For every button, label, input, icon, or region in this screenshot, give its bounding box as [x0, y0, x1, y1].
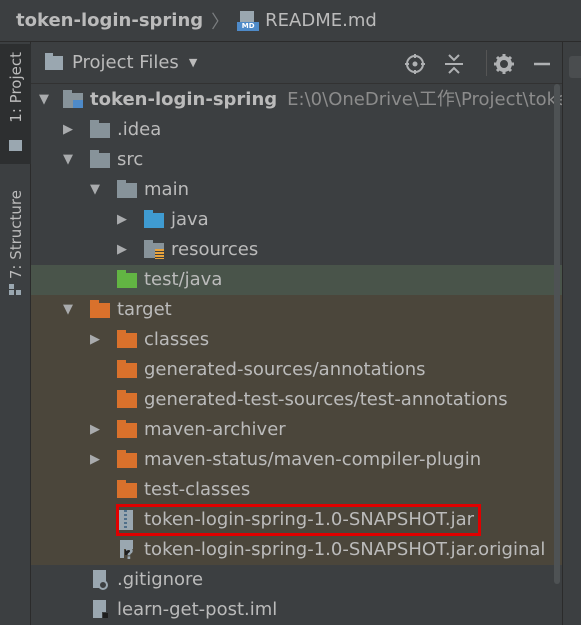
breadcrumb-file[interactable]: README.md	[265, 10, 377, 31]
tree-scrollbar[interactable]	[552, 84, 562, 584]
tree-item-main[interactable]: ▼ main	[31, 175, 562, 205]
folder-icon	[90, 150, 110, 168]
tree-item-label: .gitignore	[117, 569, 204, 590]
collapse-arrow-icon[interactable]: ▶	[87, 445, 103, 475]
excluded-folder-icon	[117, 450, 137, 468]
excluded-folder-icon	[117, 330, 137, 348]
tree-item-generated-sources[interactable]: generated-sources/annotations	[31, 355, 562, 385]
tab-structure-label: 7: Structure	[7, 190, 25, 280]
tree-item-label: maven-archiver	[144, 419, 286, 440]
excluded-folder-icon	[117, 480, 137, 498]
expand-arrow-icon[interactable]: ▼	[36, 85, 52, 115]
collapse-arrow-icon[interactable]: ▶	[87, 325, 103, 355]
tree-item-label: .idea	[117, 119, 162, 140]
collapse-arrow-icon[interactable]: ▶	[60, 115, 76, 145]
navigation-bar: token-login-spring 〉 MD README.md	[0, 0, 581, 42]
excluded-folder-icon	[117, 390, 137, 408]
iml-file-icon	[92, 600, 109, 620]
collapse-arrow-icon[interactable]: ▶	[114, 205, 130, 235]
locate-icon[interactable]	[404, 53, 426, 75]
source-folder-icon	[144, 210, 164, 228]
tree-item-label: test-classes	[144, 479, 251, 500]
test-folder-icon	[117, 270, 137, 288]
module-path: E:\0\OneDrive\工作\Project\token-	[287, 89, 562, 110]
tree-item-jar-original[interactable]: ? token-login-spring-1.0-SNAPSHOT.jar.or…	[31, 535, 562, 565]
tree-item-test-classes[interactable]: test-classes	[31, 475, 562, 505]
view-selector[interactable]: Project Files ▼	[45, 52, 197, 73]
breadcrumb-separator: 〉	[211, 11, 230, 33]
gear-icon[interactable]	[493, 53, 515, 75]
tree-item-generated-test-sources[interactable]: generated-test-sources/test-annotations	[31, 385, 562, 415]
view-selector-label: Project Files	[72, 52, 179, 73]
tree-item-label: learn-get-post.iml	[117, 599, 278, 620]
breadcrumb-project[interactable]: token-login-spring	[16, 10, 203, 31]
structure-icon	[9, 284, 22, 295]
tree-item-resources[interactable]: ▶ resources	[31, 235, 562, 265]
toolbar-divider	[486, 50, 487, 76]
collapse-arrow-icon[interactable]: ▶	[114, 235, 130, 265]
tab-project[interactable]: 1: Project	[0, 44, 31, 164]
tab-project-label: 1: Project	[7, 52, 25, 123]
tree-item-maven-status[interactable]: ▶ maven-status/maven-compiler-plugin	[31, 445, 562, 475]
gitignore-file-icon	[92, 570, 108, 590]
tree-item-idea[interactable]: ▶ .idea	[31, 115, 562, 145]
tree-item-java[interactable]: ▶ java	[31, 205, 562, 235]
project-panel-header: Project Files ▼	[31, 42, 562, 84]
tree-item-classes[interactable]: ▶ classes	[31, 325, 562, 355]
tree-item-label: classes	[144, 329, 210, 350]
right-tool-strip	[562, 42, 581, 625]
tree-item-label: target	[117, 299, 172, 320]
editor-tab-edge[interactable]	[569, 56, 581, 78]
folder-icon	[9, 140, 22, 151]
tree-item-label: src	[117, 149, 144, 170]
tree-item-label: generated-sources/annotations	[144, 359, 426, 380]
expand-arrow-icon[interactable]: ▼	[60, 295, 76, 325]
tree-item-test-java[interactable]: test/java	[31, 265, 562, 295]
tree-item-gitignore[interactable]: .gitignore	[31, 565, 562, 595]
tree-item-iml[interactable]: learn-get-post.iml	[31, 595, 562, 625]
minimize-icon[interactable]	[531, 53, 553, 75]
excluded-folder-icon	[117, 360, 137, 378]
highlight-annotation	[116, 504, 481, 536]
collapse-all-icon[interactable]	[443, 53, 465, 75]
project-tree: ▼ token-login-spring E:\0\OneDrive\工作\Pro…	[31, 84, 562, 625]
tree-item-label: generated-test-sources/test-annotations	[144, 389, 508, 410]
tab-structure[interactable]: 7: Structure	[0, 182, 31, 312]
tree-item-label: test/java	[144, 269, 223, 290]
module-folder-icon	[63, 90, 83, 108]
folder-icon	[90, 120, 110, 138]
tree-item-target[interactable]: ▼ target	[31, 295, 562, 325]
unknown-file-icon: ?	[119, 540, 136, 562]
markdown-file-icon: MD	[237, 10, 260, 31]
left-tool-strip: 1: Project 7: Structure	[0, 42, 31, 625]
tree-item-label: main	[144, 179, 189, 200]
folder-icon	[45, 52, 63, 70]
collapse-arrow-icon[interactable]: ▶	[87, 415, 103, 445]
tree-item-label: token-login-spring	[90, 89, 278, 110]
excluded-folder-icon	[90, 300, 110, 318]
tree-item-label: maven-status/maven-compiler-plugin	[144, 449, 482, 470]
tree-item-label: resources	[171, 239, 259, 260]
tree-item-maven-archiver[interactable]: ▶ maven-archiver	[31, 415, 562, 445]
resources-folder-icon	[144, 240, 164, 259]
tree-item-label: java	[171, 209, 209, 230]
folder-icon	[117, 180, 137, 198]
tree-item-module[interactable]: ▼ token-login-spring E:\0\OneDrive\工作\Pro…	[31, 85, 562, 115]
tree-item-label: token-login-spring-1.0-SNAPSHOT.jar.orig…	[144, 539, 546, 560]
excluded-folder-icon	[117, 420, 137, 438]
dropdown-arrow-icon: ▼	[188, 56, 198, 69]
tree-item-src[interactable]: ▼ src	[31, 145, 562, 175]
expand-arrow-icon[interactable]: ▼	[60, 145, 76, 175]
expand-arrow-icon[interactable]: ▼	[87, 175, 103, 205]
